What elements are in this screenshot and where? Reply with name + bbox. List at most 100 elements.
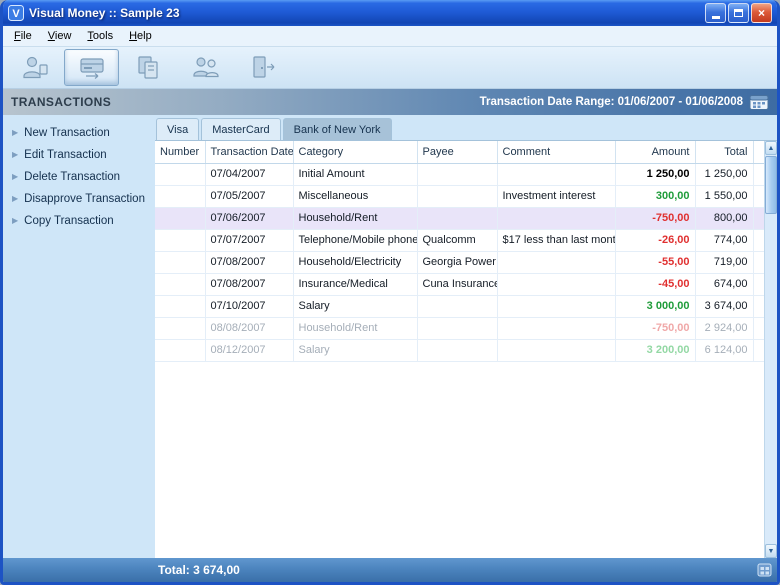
cell-filler	[753, 207, 764, 229]
transactions-table-wrap: Number Transaction Date Category Payee C…	[155, 141, 764, 558]
table-row[interactable]: 07/06/2007Household/Rent-750,00800,00	[155, 207, 764, 229]
cell-date: 07/10/2007	[205, 295, 293, 317]
cell-filler	[753, 273, 764, 295]
accounts-button[interactable]	[7, 49, 62, 86]
cell-payee: Qualcomm	[417, 229, 497, 251]
reports-icon	[134, 54, 164, 81]
cell-comment	[497, 207, 615, 229]
menu-tools[interactable]: Tools	[79, 27, 121, 45]
arrow-icon: ▶	[12, 151, 18, 159]
column-header-total[interactable]: Total	[695, 141, 753, 163]
column-header-transaction-date[interactable]: Transaction Date	[205, 141, 293, 163]
transaction-rows: 07/04/2007Initial Amount1 250,001 250,00…	[155, 163, 764, 361]
exit-button[interactable]	[235, 49, 290, 86]
column-header-comment[interactable]: Comment	[497, 141, 615, 163]
scroll-up-icon[interactable]: ▲	[765, 141, 777, 155]
arrow-icon: ▶	[12, 173, 18, 181]
transactions-icon	[77, 54, 107, 81]
users-button[interactable]	[178, 49, 233, 86]
cell-comment	[497, 339, 615, 361]
transactions-table: Number Transaction Date Category Payee C…	[155, 141, 764, 362]
cell-amount: -750,00	[615, 207, 695, 229]
arrow-icon: ▶	[12, 129, 18, 137]
cell-date: 07/04/2007	[205, 163, 293, 185]
cell-number	[155, 273, 205, 295]
table-row[interactable]: 07/10/2007Salary 3 000,003 674,00	[155, 295, 764, 317]
app-window: V Visual Money :: Sample 23 × File View …	[0, 0, 780, 585]
cell-number	[155, 251, 205, 273]
title-bar: V Visual Money :: Sample 23 ×	[3, 0, 777, 26]
sidebar-item-new-transaction[interactable]: ▶ New Transaction	[3, 122, 155, 144]
table-row[interactable]: 07/08/2007Insurance/MedicalCuna Insuranc…	[155, 273, 764, 295]
scroll-down-icon[interactable]: ▼	[765, 544, 777, 558]
reports-button[interactable]	[121, 49, 176, 86]
tab-visa[interactable]: Visa	[156, 118, 199, 140]
menu-view[interactable]: View	[40, 27, 80, 45]
cell-filler	[753, 339, 764, 361]
vertical-scrollbar[interactable]: ▲ ▼	[764, 141, 777, 558]
cell-amount: 3 000,00	[615, 295, 695, 317]
cell-comment: $17 less than last month	[497, 229, 615, 251]
maximize-button[interactable]	[728, 3, 749, 23]
close-button[interactable]: ×	[751, 3, 772, 23]
cell-date: 08/08/2007	[205, 317, 293, 339]
toolbar	[3, 47, 777, 89]
sidebar-item-disapprove-transaction[interactable]: ▶ Disapprove Transaction	[3, 188, 155, 210]
scrollbar-thumb[interactable]	[765, 156, 777, 214]
transactions-content: Number Transaction Date Category Payee C…	[155, 140, 777, 558]
cell-total: 1 550,00	[695, 185, 753, 207]
tab-mastercard[interactable]: MasterCard	[201, 118, 280, 140]
sidebar-item-copy-transaction[interactable]: ▶ Copy Transaction	[3, 210, 155, 232]
cell-date: 07/07/2007	[205, 229, 293, 251]
cell-total: 3 674,00	[695, 295, 753, 317]
cell-payee: Cuna Insurance	[417, 273, 497, 295]
cell-category: Salary	[293, 295, 417, 317]
sidebar: ▶ New Transaction ▶ Edit Transaction ▶ D…	[3, 115, 155, 558]
accounts-icon	[20, 54, 50, 81]
cell-comment	[497, 251, 615, 273]
table-row[interactable]: 07/04/2007Initial Amount1 250,001 250,00	[155, 163, 764, 185]
calendar-icon[interactable]	[749, 94, 769, 111]
table-row[interactable]: 07/08/2007Household/ElectricityGeorgia P…	[155, 251, 764, 273]
cell-total: 6 124,00	[695, 339, 753, 361]
menu-help[interactable]: Help	[121, 27, 160, 45]
column-header-payee[interactable]: Payee	[417, 141, 497, 163]
cell-amount: -55,00	[615, 251, 695, 273]
cell-number	[155, 163, 205, 185]
status-bar: Total: 3 674,00	[3, 558, 777, 582]
scrollbar-track[interactable]	[765, 215, 777, 544]
sidebar-item-edit-transaction[interactable]: ▶ Edit Transaction	[3, 144, 155, 166]
transactions-button[interactable]	[64, 49, 119, 86]
cell-number	[155, 295, 205, 317]
column-header-category[interactable]: Category	[293, 141, 417, 163]
cell-payee	[417, 295, 497, 317]
table-header-row: Number Transaction Date Category Payee C…	[155, 141, 764, 163]
cell-total: 800,00	[695, 207, 753, 229]
cell-payee	[417, 339, 497, 361]
date-range-label: Transaction Date Range: 01/06/2007 - 01/…	[480, 96, 743, 108]
table-row[interactable]: 08/08/2007Household/Rent-750,002 924,00	[155, 317, 764, 339]
sidebar-item-label: Edit Transaction	[24, 149, 106, 161]
app-icon: V	[8, 5, 24, 21]
minimize-button[interactable]	[705, 3, 726, 23]
menu-file[interactable]: File	[6, 27, 40, 45]
main-panel: Visa MasterCard Bank of New York Number	[155, 115, 777, 558]
cell-date: 07/06/2007	[205, 207, 293, 229]
cell-category: Initial Amount	[293, 163, 417, 185]
table-row[interactable]: 07/07/2007Telephone/Mobile phoneQualcomm…	[155, 229, 764, 251]
cell-payee	[417, 163, 497, 185]
cell-number	[155, 229, 205, 251]
column-header-amount[interactable]: Amount	[615, 141, 695, 163]
column-header-filler	[753, 141, 764, 163]
table-row[interactable]: 07/05/2007MiscellaneousInvestment intere…	[155, 185, 764, 207]
cell-date: 08/12/2007	[205, 339, 293, 361]
tab-bank-of-new-york[interactable]: Bank of New York	[283, 118, 392, 140]
column-header-number[interactable]: Number	[155, 141, 205, 163]
cell-date: 07/08/2007	[205, 251, 293, 273]
cell-filler	[753, 229, 764, 251]
users-icon	[191, 54, 221, 81]
sidebar-item-delete-transaction[interactable]: ▶ Delete Transaction	[3, 166, 155, 188]
cell-filler	[753, 185, 764, 207]
body: ▶ New Transaction ▶ Edit Transaction ▶ D…	[3, 115, 777, 558]
table-row[interactable]: 08/12/2007Salary3 200,006 124,00	[155, 339, 764, 361]
